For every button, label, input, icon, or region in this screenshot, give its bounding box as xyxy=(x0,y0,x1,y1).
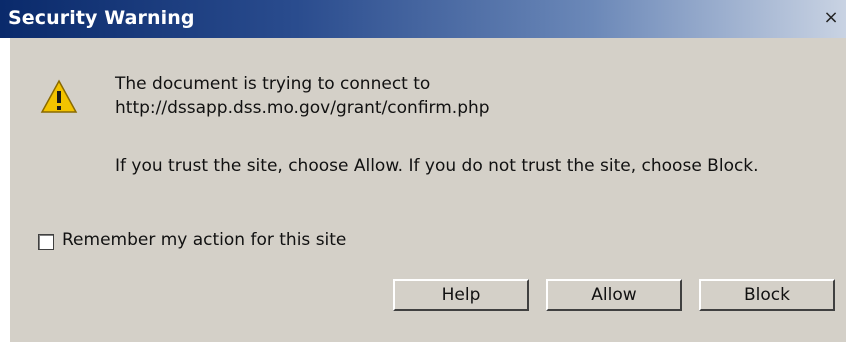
remember-checkbox-label[interactable]: Remember my action for this site xyxy=(62,230,346,250)
remember-checkbox[interactable] xyxy=(38,234,54,250)
dialog-title: Security Warning xyxy=(8,7,195,29)
help-button[interactable]: Help xyxy=(393,279,529,311)
security-warning-dialog: Security Warning × The document is tryin… xyxy=(0,0,846,342)
title-bar: Security Warning × xyxy=(0,0,846,38)
message-line-1: The document is trying to connect to xyxy=(115,74,431,94)
allow-button[interactable]: Allow xyxy=(546,279,682,311)
message-url: http://dssapp.dss.mo.gov/grant/confirm.p… xyxy=(115,98,490,118)
block-button[interactable]: Block xyxy=(699,279,835,311)
message-instructions: If you trust the site, choose Allow. If … xyxy=(115,156,759,176)
dialog-body: The document is trying to connect to htt… xyxy=(10,38,846,342)
close-button[interactable]: × xyxy=(822,9,840,27)
warning-icon xyxy=(40,79,78,113)
